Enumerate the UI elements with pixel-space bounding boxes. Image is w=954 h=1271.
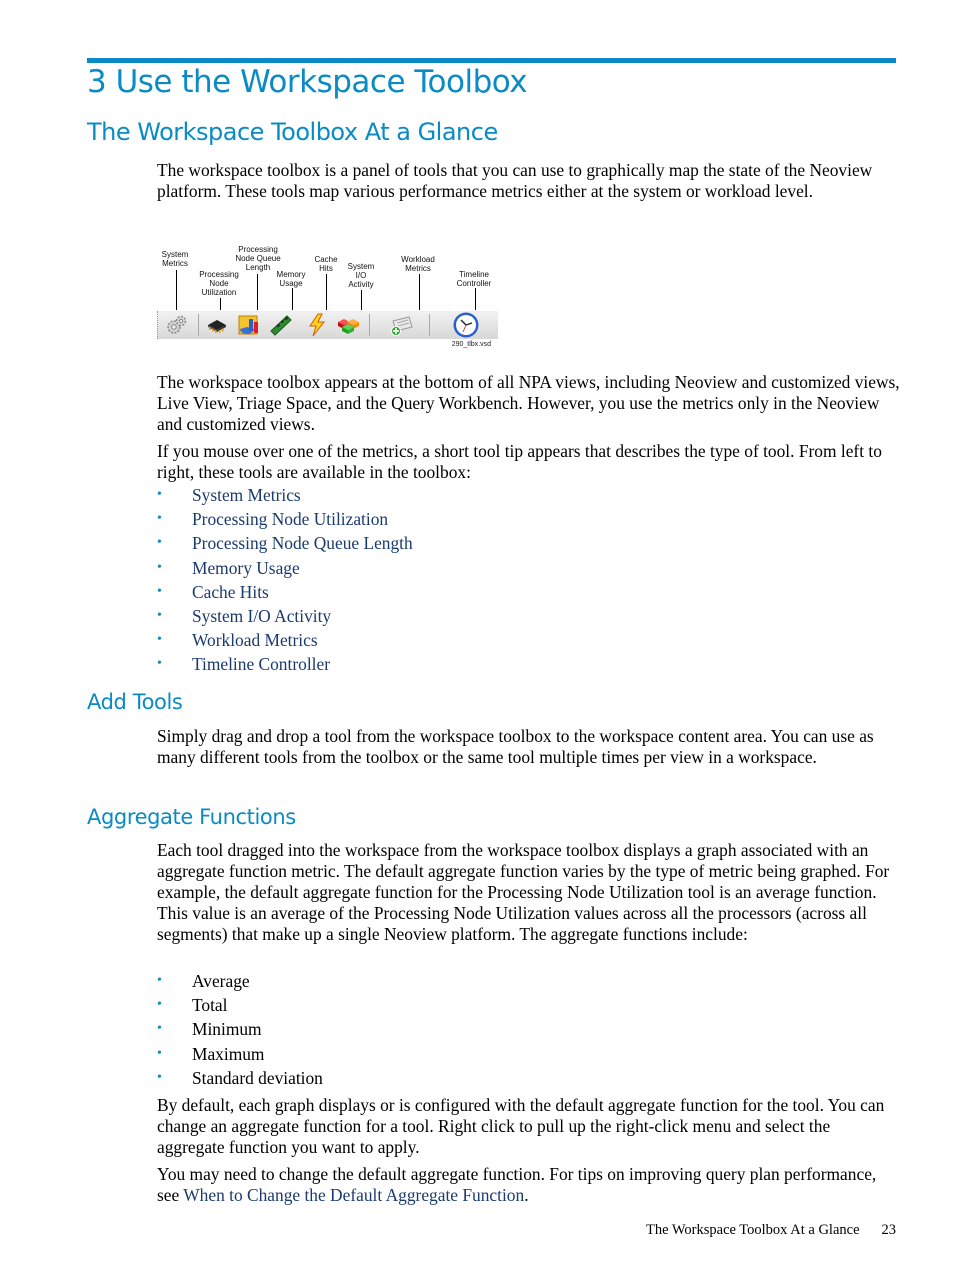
link-workload-metrics[interactable]: Workload Metrics — [192, 630, 318, 650]
link-timeline-controller[interactable]: Timeline Controller — [192, 654, 330, 674]
aggregate-functions-list: • Average • Total • Minimum • Maximum • Stand… — [157, 969, 323, 1090]
list-item: • Minimum — [157, 1019, 262, 1040]
list-item: • Processing Node Queue Length — [157, 533, 413, 554]
link-memory-usage[interactable]: Memory Usage — [192, 558, 300, 578]
list-item: • Cache Hits — [157, 581, 269, 602]
leader-line — [292, 288, 293, 310]
label-system-metrics: System Metrics — [161, 250, 189, 268]
document-page: 3 Use the Workspace Toolbox The Workspac… — [0, 0, 954, 1271]
label-timeline-controller: Timeline Controller — [456, 270, 492, 288]
list-item: • Memory Usage — [157, 557, 300, 578]
link-system-metrics[interactable]: System Metrics — [192, 485, 301, 505]
footer-section-title: The Workspace Toolbox At a Glance — [645, 1222, 860, 1238]
add-tools-paragraph: Simply drag and drop a tool from the wor… — [157, 726, 874, 767]
lightning-icon[interactable] — [305, 313, 329, 337]
label-cache-hits: Cache Hits — [314, 255, 338, 273]
label-memory-usage: Memory Usage — [276, 270, 306, 288]
views-paragraph: The workspace toolbox appears at the bot… — [157, 372, 900, 434]
list-item: • Workload Metrics — [157, 630, 318, 651]
label-workload-metrics: Workload Metrics — [401, 255, 435, 273]
section-title: The Workspace Toolbox At a Glance — [87, 118, 498, 146]
cubes-icon[interactable] — [336, 313, 360, 337]
link-system-io-activity[interactable]: System I/O Activity — [192, 606, 331, 626]
toolbox-figure: System Metrics Processing Node Utilization … — [157, 244, 498, 352]
intro-paragraph: The workspace toolbox is a panel of tool… — [157, 160, 873, 201]
aggregate-functions-heading: Aggregate Functions — [87, 805, 296, 829]
chart-icon[interactable] — [237, 313, 261, 337]
default-aggregate-paragraph: By default, each graph displays or is co… — [157, 1095, 885, 1157]
tooltip-paragraph: If you mouse over one of the metrics, a … — [157, 441, 882, 482]
leader-line — [257, 274, 258, 310]
toolbar-separator — [198, 314, 199, 336]
leader-line — [176, 270, 177, 310]
label-system-io: System I/O Activity — [347, 262, 375, 289]
label-pn-utilization: Processing Node Utilization — [199, 270, 239, 297]
link-when-to-change-aggregate[interactable]: When to Change the Default Aggregate Fun… — [183, 1185, 524, 1205]
tools-list: • System Metrics • Processing Node Utiliza… — [157, 483, 413, 677]
list-item: • Maximum — [157, 1043, 265, 1064]
list-item: • Processing Node Utilization — [157, 509, 389, 530]
leader-line — [361, 290, 362, 310]
list-item: • Total — [157, 995, 228, 1016]
link-cache-hits[interactable]: Cache Hits — [192, 582, 269, 602]
leader-line — [475, 288, 476, 310]
gears-icon[interactable] — [165, 313, 189, 337]
clock-icon[interactable] — [452, 311, 480, 339]
leader-line — [326, 274, 327, 310]
figure-filename: 290_tlbx.vsd — [451, 341, 491, 348]
list-item: • Timeline Controller — [157, 654, 330, 675]
tips-paragraph: You may need to change the default aggre… — [157, 1164, 877, 1205]
link-processing-node-queue-length[interactable]: Processing Node Queue Length — [192, 533, 413, 553]
leader-line — [419, 274, 420, 310]
workload-add-icon[interactable] — [389, 313, 413, 337]
link-processing-node-utilization[interactable]: Processing Node Utilization — [192, 509, 388, 529]
list-item: • System I/O Activity — [157, 605, 332, 626]
leader-line — [220, 298, 221, 310]
chapter-title: 3 Use the Workspace Toolbox — [87, 64, 528, 100]
chapter-rule — [87, 58, 896, 63]
aggregate-paragraph: Each tool dragged into the workspace fro… — [157, 840, 890, 944]
toolbar-separator — [369, 314, 370, 336]
page-number: 23 — [881, 1222, 897, 1238]
list-item: • Average — [157, 971, 250, 991]
add-tools-heading: Add Tools — [87, 690, 183, 714]
page-footer: The Workspace Toolbox At a Glance 23 — [560, 1222, 896, 1239]
toolbar-separator — [429, 314, 430, 336]
list-item: • System Metrics — [157, 485, 301, 505]
memory-stick-icon[interactable] — [269, 313, 293, 337]
chip-icon[interactable] — [205, 313, 229, 337]
list-item: • Standard deviation — [157, 1067, 323, 1088]
label-pn-queue: Processing Node Queue Length — [235, 245, 281, 272]
